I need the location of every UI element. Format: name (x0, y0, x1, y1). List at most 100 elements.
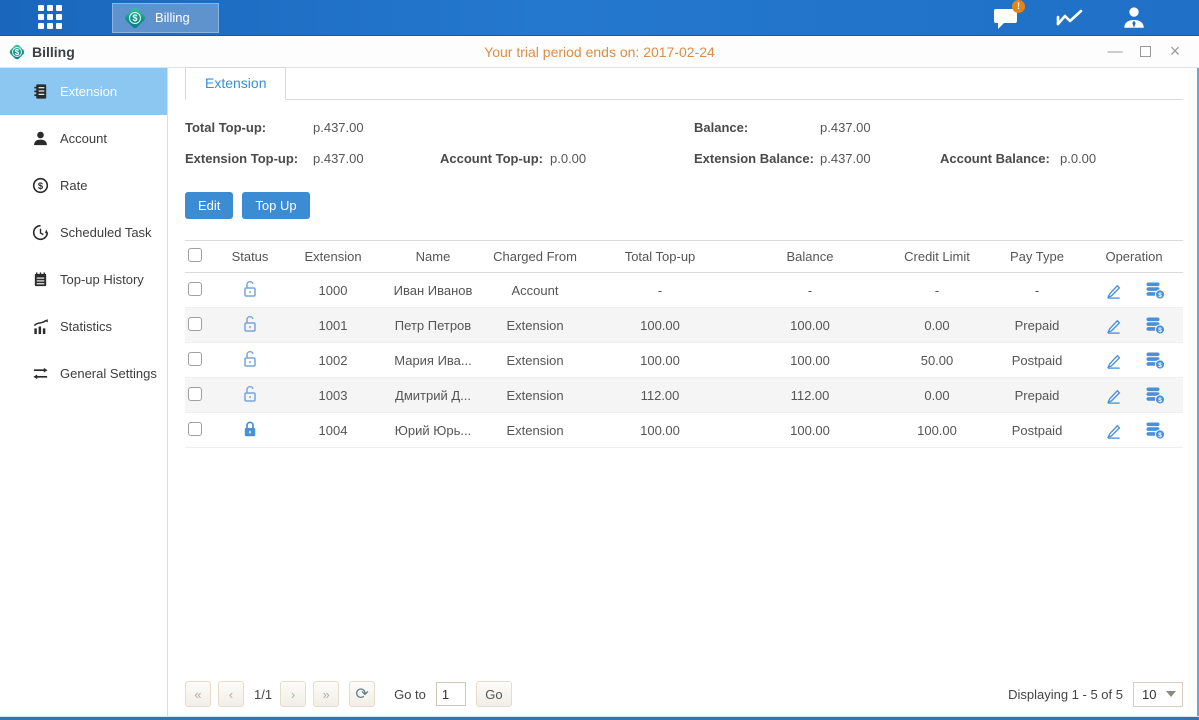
top-up-coins-icon[interactable]: $ (1145, 281, 1165, 300)
taskbar-right: ! (991, 5, 1199, 31)
row-checkbox[interactable] (188, 317, 202, 331)
maximize-button[interactable] (1137, 44, 1153, 60)
col-extension: Extension (285, 249, 381, 264)
lock-closed-icon[interactable] (242, 419, 258, 438)
next-page-button[interactable]: › (280, 681, 306, 707)
col-status: Status (215, 249, 285, 264)
edit-pencil-icon[interactable] (1104, 386, 1123, 405)
table-row[interactable]: 1001 Петр Петров Extension 100.00 100.00… (185, 308, 1183, 343)
edit-pencil-icon[interactable] (1104, 351, 1123, 370)
col-operation: Operation (1085, 249, 1183, 264)
user-account-icon[interactable] (1119, 5, 1149, 31)
table-row[interactable]: 1000 Иван Иванов Account - - - - (185, 273, 1183, 308)
taskbar-tab-billing[interactable]: $ Billing (112, 3, 219, 33)
main-content: Extension Total Top-up: p.437.00 Extensi… (168, 68, 1197, 716)
billing-window-icon: $ (8, 43, 26, 61)
pay-type: Prepaid (989, 318, 1085, 333)
notebook-icon (32, 271, 49, 288)
top-up-coins-icon[interactable]: $ (1145, 421, 1165, 440)
app-grid-icon[interactable] (38, 5, 64, 31)
row-checkbox[interactable] (188, 282, 202, 296)
statistics-icon (32, 318, 49, 335)
balance: 100.00 (735, 353, 885, 368)
col-credit-limit: Credit Limit (885, 249, 989, 264)
taskbar: $ Billing ! (0, 0, 1199, 36)
window-controls: — × (1107, 44, 1199, 60)
edit-pencil-icon[interactable] (1104, 316, 1123, 335)
edit-pencil-icon[interactable] (1104, 281, 1123, 300)
sidebar-item-account[interactable]: Account (0, 115, 167, 162)
prev-page-button[interactable]: ‹ (218, 681, 244, 707)
goto-page-input[interactable] (436, 682, 466, 706)
credit-limit: 0.00 (885, 318, 989, 333)
row-checkbox[interactable] (188, 422, 202, 436)
sidebar-item-extension[interactable]: Extension (0, 68, 167, 115)
select-all-checkbox[interactable] (188, 248, 202, 262)
col-total-topup: Total Top-up (585, 249, 735, 264)
goto-label: Go to (394, 687, 426, 702)
col-charged-from: Charged From (485, 249, 585, 264)
svg-text:$: $ (1158, 432, 1162, 439)
trial-notice: Your trial period ends on: 2017-02-24 (0, 44, 1199, 60)
table-row[interactable]: 1003 Дмитрий Д... Extension 112.00 112.0… (185, 378, 1183, 413)
pay-type: Postpaid (989, 423, 1085, 438)
minimize-button[interactable]: — (1107, 44, 1123, 60)
col-balance: Balance (735, 249, 885, 264)
charged-from: Account (485, 283, 585, 298)
sidebar-item-rate[interactable]: $ Rate (0, 162, 167, 209)
table-row[interactable]: 1002 Мария Ива... Extension 100.00 100.0… (185, 343, 1183, 378)
refresh-button[interactable]: ⟳ (349, 681, 375, 707)
page-size-value: 10 (1142, 687, 1156, 702)
lock-open-icon[interactable] (242, 279, 258, 298)
clock-history-icon (32, 224, 49, 241)
sidebar-item-topup-history[interactable]: Top-up History (0, 256, 167, 303)
account-balance-label: Account Balance: (940, 151, 1060, 166)
window-title: $ Billing (8, 43, 75, 61)
last-page-button[interactable]: » (313, 681, 339, 707)
pay-type: Postpaid (989, 353, 1085, 368)
edit-button[interactable]: Edit (185, 192, 233, 219)
table-header: Status Extension Name Charged From Total… (185, 240, 1183, 273)
account-topup-value: p.0.00 (550, 151, 694, 166)
sidebar-item-statistics[interactable]: Statistics (0, 303, 167, 350)
go-button[interactable]: Go (476, 681, 512, 707)
first-page-button[interactable]: « (185, 681, 211, 707)
app-window: $ Billing ! (0, 0, 1199, 720)
sidebar-item-general-settings[interactable]: General Settings (0, 350, 167, 397)
extension-table: Status Extension Name Charged From Total… (185, 240, 1183, 448)
row-checkbox[interactable] (188, 352, 202, 366)
tab-extension[interactable]: Extension (185, 67, 286, 100)
ledger-icon (32, 83, 49, 100)
svg-text:$: $ (1158, 327, 1162, 334)
dollar-circle-icon: $ (32, 177, 49, 194)
top-up-button[interactable]: Top Up (242, 192, 309, 219)
table-row[interactable]: 1004 Юрий Юрь... Extension 100.00 100.00… (185, 413, 1183, 448)
lock-open-icon[interactable] (242, 384, 258, 403)
top-up-coins-icon[interactable]: $ (1145, 316, 1165, 335)
total-topup-label: Total Top-up: (185, 120, 313, 135)
extension-name: Петр Петров (381, 318, 485, 333)
monitor-chart-icon[interactable] (1055, 5, 1085, 31)
extension-name: Мария Ива... (381, 353, 485, 368)
person-icon (32, 130, 49, 147)
displaying-text: Displaying 1 - 5 of 5 (1008, 687, 1123, 702)
credit-limit: 50.00 (885, 353, 989, 368)
charged-from: Extension (485, 353, 585, 368)
edit-pencil-icon[interactable] (1104, 421, 1123, 440)
extension-table-body: 1000 Иван Иванов Account - - - - (185, 273, 1183, 448)
extension-name: Юрий Юрь... (381, 423, 485, 438)
top-up-coins-icon[interactable]: $ (1145, 386, 1165, 405)
sidebar-item-scheduled-task[interactable]: Scheduled Task (0, 209, 167, 256)
lock-open-icon[interactable] (242, 314, 258, 333)
close-button[interactable]: × (1167, 44, 1183, 60)
page-size-select[interactable]: 10 (1133, 682, 1183, 707)
top-up-coins-icon[interactable]: $ (1145, 351, 1165, 370)
messages-icon[interactable]: ! (991, 5, 1021, 31)
extension-balance-label: Extension Balance: (694, 151, 820, 166)
lock-open-icon[interactable] (242, 349, 258, 368)
row-checkbox[interactable] (188, 387, 202, 401)
col-pay-type: Pay Type (989, 249, 1085, 264)
extension-number: 1001 (285, 318, 381, 333)
notification-badge: ! (1012, 0, 1025, 13)
svg-text:$: $ (1158, 362, 1162, 369)
